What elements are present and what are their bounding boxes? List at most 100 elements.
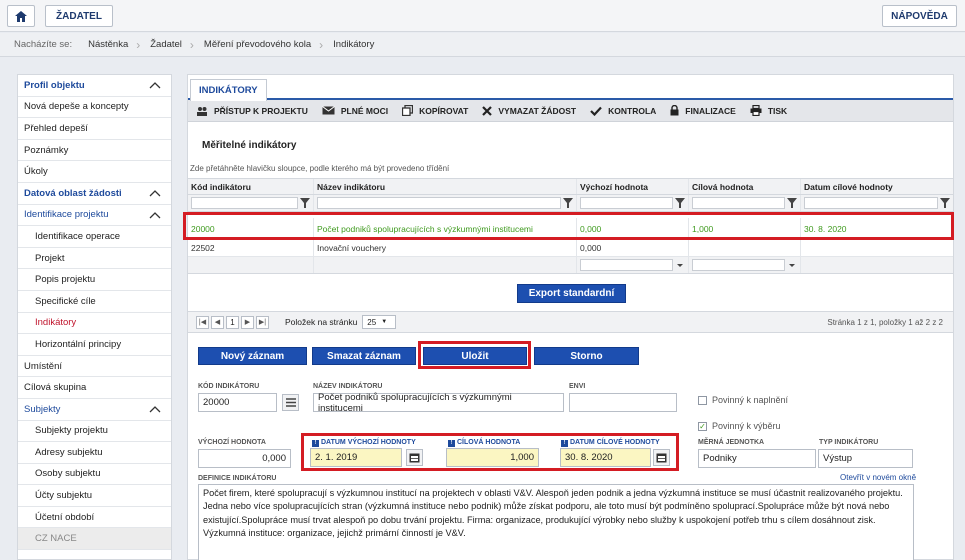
help-button[interactable]: NÁPOVĚDA [882,5,957,27]
filter-input[interactable] [804,197,938,209]
current-page[interactable]: 1 [226,315,239,329]
breadcrumb-item[interactable]: Nástěnka [88,39,142,50]
sidebar-item-specificke-cile[interactable]: Specifické cíle [18,291,171,313]
sidebar-item-identifikace-operace[interactable]: Identifikace operace [18,226,171,248]
summary-cell [801,257,953,273]
envi-field[interactable] [569,393,677,412]
prev-page-icon[interactable]: ◀ [211,315,224,329]
filter-icon[interactable] [563,197,573,209]
sidebar-item-prehled-depesi[interactable]: Přehled depeší [18,118,171,140]
tab-indikatory[interactable]: INDIKÁTORY [190,79,267,101]
sidebar-item-ukoly[interactable]: Úkoly [18,161,171,183]
sidebar-item-subjekty-projektu[interactable]: Subjekty projektu [18,421,171,443]
filter-input[interactable] [580,197,673,209]
column-header[interactable]: Datum cílové hodnoty [801,179,953,194]
home-button[interactable] [7,5,35,27]
sidebar-item-adresy-subjektu[interactable]: Adresy subjektu [18,442,171,464]
highlight-values-box [301,433,679,471]
per-page-value: 25 [367,317,377,327]
filter-row [188,195,953,212]
breadcrumb-item[interactable]: Indikátory [333,39,388,50]
merna-label: MĚRNÁ JEDNOTKA [698,439,765,446]
filter-icon[interactable] [787,197,797,209]
column-header[interactable]: Kód indikátoru [188,179,314,194]
kontrola-button[interactable]: KONTROLA [590,106,656,116]
summary-select[interactable] [692,259,785,271]
sidebar-item-projekt[interactable]: Projekt [18,248,171,270]
definice-textarea[interactable]: Počet firem, které spolupracují s výzkum… [198,484,914,560]
envi-label: ENVI [569,383,586,390]
vychozi-field[interactable]: 0,000 [198,449,291,468]
merna-field[interactable]: Podniky [698,449,816,468]
filter-input[interactable] [317,197,561,209]
toolbar-label: FINALIZACE [685,105,736,116]
new-record-button[interactable]: Nový záznam [198,347,307,365]
sidebar-item-label: Popis projektu [35,274,96,286]
sidebar-item-horizontalni-principy[interactable]: Horizontální principy [18,334,171,356]
next-page-icon[interactable]: ▶ [241,315,254,329]
sidebar-item-cilova-skupina[interactable]: Cílová skupina [18,377,171,399]
povinny-naplneni-checkbox[interactable]: Povinný k naplnění [698,395,788,405]
sidebar-section-subjekty[interactable]: Subjekty [18,399,171,421]
sidebar-section-identifikace-projektu[interactable]: Identifikace projektu [18,205,171,227]
checkbox-label: Povinný k naplnění [712,395,789,405]
sidebar-section-datova-oblast[interactable]: Datová oblast žádosti [18,183,171,205]
filter-icon[interactable] [940,197,950,209]
column-header[interactable]: Výchozí hodnota [577,179,689,194]
column-header[interactable]: Název indikátoru [314,179,577,194]
nazev-field[interactable]: Počet podniků spolupracujících s výzkumn… [313,392,564,414]
summary-select[interactable] [580,259,673,271]
chevron-down-icon[interactable] [787,259,797,271]
highlight-save-button [418,341,531,369]
breadcrumb-item[interactable]: Žadatel [150,39,196,50]
breadcrumb-item[interactable]: Měření převodového kola [204,39,325,50]
sidebar-item-umisteni[interactable]: Umístění [18,356,171,378]
last-page-icon[interactable]: ▶| [256,315,269,329]
pristup-k-projektu-button[interactable]: PŘÍSTUP K PROJEKTU [196,106,308,116]
sidebar-item-indikatory[interactable]: Indikátory [18,313,171,335]
check-icon [590,106,602,116]
filter-icon[interactable] [675,197,685,209]
zadatel-button[interactable]: ŽADATEL [45,5,113,27]
toolbar-label: PLNÉ MOCI [340,105,389,116]
filter-input[interactable] [191,197,298,209]
vymazat-zadost-button[interactable]: VYMAZAT ŽÁDOST [482,106,576,116]
table-row[interactable]: 22502 Inovační vouchery 0,000 [188,240,953,257]
cancel-button[interactable]: Storno [534,347,639,365]
chevron-down-icon[interactable] [675,259,685,271]
filter-icon[interactable] [300,197,310,209]
typ-field[interactable]: Výstup [818,449,913,468]
sidebar-item-popis-projektu[interactable]: Popis projektu [18,269,171,291]
kod-field[interactable]: 20000 [198,393,277,412]
chevron-up-icon [149,405,161,413]
povinny-vyberu-checkbox[interactable]: ✓ Povinný k výběru [698,421,781,431]
chevron-up-icon [149,190,161,197]
finalizace-button[interactable]: FINALIZACE [670,105,736,116]
list-button[interactable] [282,394,299,411]
pager: |◀ ◀ 1 ▶ ▶| Položek na stránku 25 ▼ Strán… [188,311,953,333]
first-page-icon[interactable]: |◀ [196,315,209,329]
sidebar-item-ucetni-obdobi[interactable]: Účetní období [18,507,171,529]
sidebar-section-profil[interactable]: Profil objektu [18,75,171,97]
toolbar-label: VYMAZAT ŽÁDOST [498,105,577,116]
column-header[interactable]: Cílová hodnota [689,179,801,194]
sidebar-item-osoby-subjektu[interactable]: Osoby subjektu [18,464,171,486]
sidebar-item-ucty-subjektu[interactable]: Účty subjektu [18,485,171,507]
open-new-window-link[interactable]: Otevřít v novém okně [840,473,916,482]
delete-record-button[interactable]: Smazat záznam [312,347,416,365]
tisk-button[interactable]: TISK [750,105,787,116]
sidebar-item-label: Profil objektu [24,79,85,91]
export-button[interactable]: Export standardní [517,284,626,303]
sidebar-item-poznamky[interactable]: Poznámky [18,140,171,162]
breadcrumb: Nacházíte se: Nástěnka › Žadatel › Měřen… [0,33,965,57]
filter-input[interactable] [692,197,785,209]
filter-cell [188,195,314,211]
sidebar-item-nova-depese[interactable]: Nová depeše a koncepty [18,97,171,119]
sidebar-item-cz-nace[interactable]: CZ NACE [18,528,171,551]
kopirovat-button[interactable]: KOPÍROVAT [402,105,468,116]
sidebar-item-label: CZ NACE [35,533,77,545]
plne-moci-button[interactable]: PLNÉ MOCI [322,106,388,116]
per-page-select[interactable]: 25 ▼ [362,315,397,329]
highlight-selected-row [183,212,954,240]
filter-cell [689,195,801,211]
